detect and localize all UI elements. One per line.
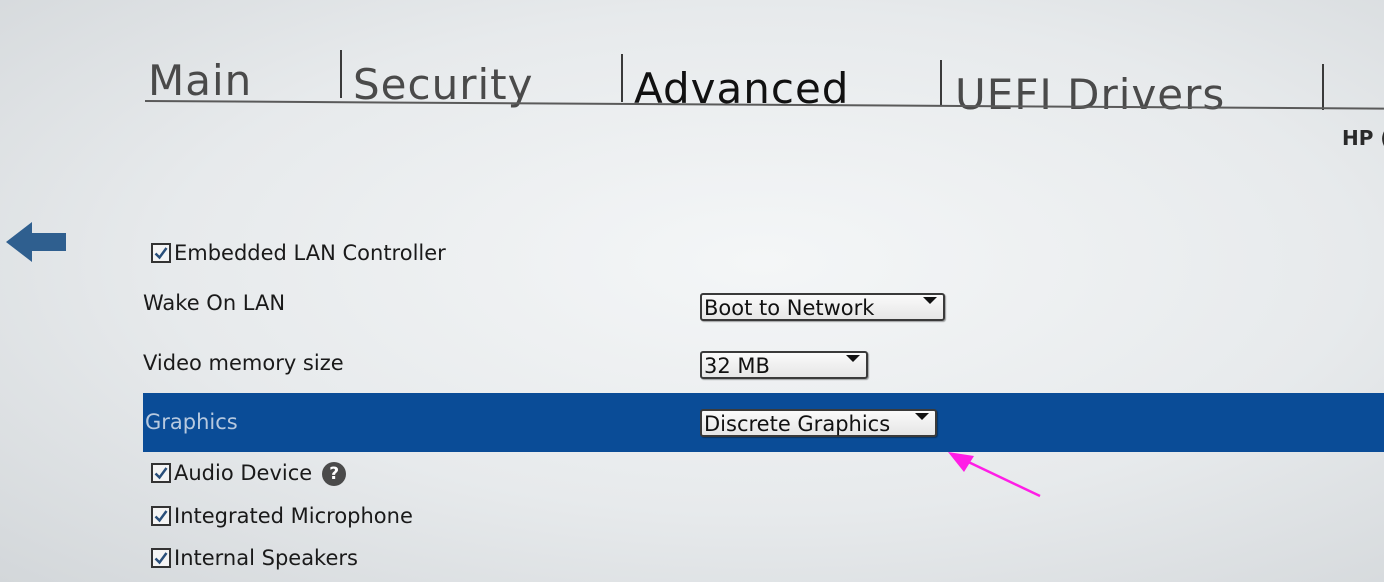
tab-main[interactable]: Main [148, 56, 252, 105]
internal-speakers-checkbox[interactable] [151, 548, 171, 568]
tab-bar: Main Security Advanced UEFI Drivers [0, 0, 1384, 130]
dropdown-caret-icon [923, 297, 937, 304]
wake-on-lan-dropdown[interactable]: Boot to Network [700, 293, 945, 321]
integrated-microphone-label: Integrated Microphone [174, 504, 413, 528]
tab-separator [340, 50, 342, 98]
help-icon[interactable]: ? [322, 462, 347, 486]
setting-internal-speakers: Internal Speakers [143, 546, 358, 570]
graphics-value: Discrete Graphics [704, 412, 891, 436]
dropdown-caret-icon [846, 355, 860, 362]
tab-separator [1322, 64, 1324, 110]
checkmark-icon [154, 247, 168, 260]
video-memory-label: Video memory size [143, 351, 344, 375]
dropdown-caret-icon [915, 413, 929, 420]
setting-embedded-lan: Embedded LAN Controller [143, 241, 446, 265]
tab-separator [940, 60, 942, 106]
checkmark-icon [154, 467, 168, 480]
embedded-lan-label: Embedded LAN Controller [174, 241, 446, 265]
integrated-microphone-checkbox[interactable] [151, 506, 171, 526]
checkmark-icon [154, 510, 168, 523]
tab-separator [621, 54, 623, 102]
back-arrow-icon[interactable] [6, 222, 68, 262]
audio-device-label: Audio Device [174, 461, 313, 485]
graphics-dropdown[interactable]: Discrete Graphics [700, 409, 937, 437]
checkmark-icon [154, 552, 168, 565]
setting-audio-device: Audio Device? [143, 461, 347, 486]
audio-device-checkbox[interactable] [151, 463, 171, 483]
tab-uefi-drivers[interactable]: UEFI Drivers [955, 70, 1225, 119]
setting-integrated-microphone: Integrated Microphone [143, 504, 413, 528]
internal-speakers-label: Internal Speakers [174, 546, 358, 570]
wake-on-lan-value: Boot to Network [704, 296, 875, 320]
annotation-arrow-icon [940, 448, 1050, 504]
wake-on-lan-label: Wake On LAN [143, 291, 286, 315]
embedded-lan-checkbox[interactable] [151, 243, 171, 263]
video-memory-dropdown[interactable]: 32 MB [700, 351, 868, 379]
video-memory-value: 32 MB [704, 354, 770, 378]
corner-label: HP ( [1342, 126, 1384, 150]
graphics-label: Graphics [145, 410, 238, 434]
